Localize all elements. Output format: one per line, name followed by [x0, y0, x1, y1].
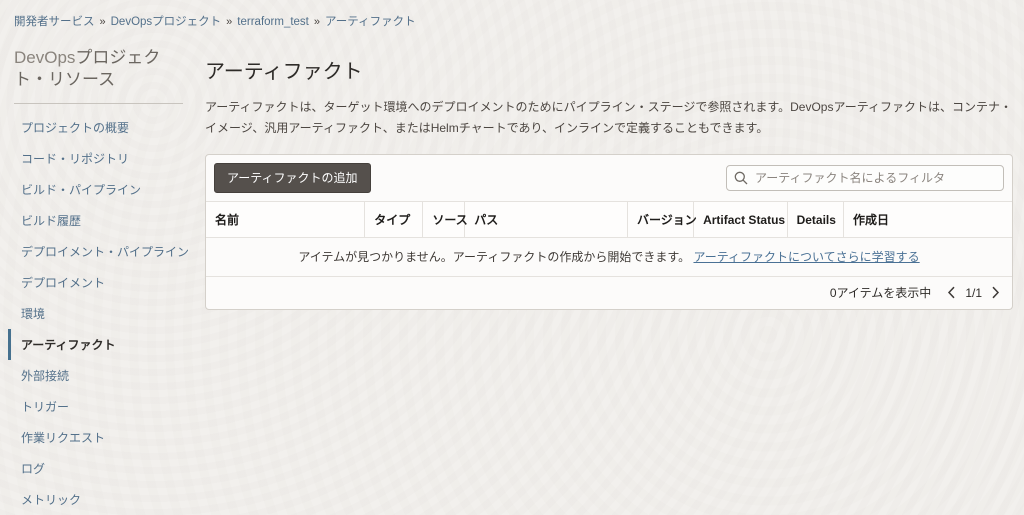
learn-more-link[interactable]: アーティファクトについてさらに学習する: [693, 250, 919, 264]
sidebar-item-external-connections[interactable]: 外部接続: [8, 360, 193, 391]
sidebar-item-metrics[interactable]: メトリック: [8, 484, 193, 515]
sidebar-item-environments[interactable]: 環境: [8, 298, 193, 329]
page-description: アーティファクトは、ターゲット環境へのデプロイメントのためにパイプライン・ステー…: [205, 97, 1013, 139]
breadcrumb-link-devops-projects[interactable]: DevOpsプロジェクト: [111, 16, 222, 28]
previous-page-button[interactable]: [947, 286, 956, 299]
breadcrumb-link-developer-services[interactable]: 開発者サービス: [14, 16, 95, 28]
table-header-row: 名前 タイプ ソース パス バージョン Artifact Status Deta…: [206, 202, 1012, 238]
artifact-filter-input[interactable]: [726, 165, 1004, 191]
filter-search: [726, 165, 1004, 191]
column-header-version[interactable]: バージョン: [628, 202, 694, 238]
empty-state-message: アイテムが見つかりません。アーティファクトの作成から開始できます。: [298, 250, 690, 264]
search-icon: [734, 171, 748, 185]
sidebar-item-deployment-pipelines[interactable]: デプロイメント・パイプライン: [8, 236, 193, 267]
column-header-type[interactable]: タイプ: [365, 202, 423, 238]
breadcrumb-separator: »: [100, 16, 106, 28]
sidebar-item-build-history[interactable]: ビルド履歴: [8, 205, 193, 236]
main-content: アーティファクト アーティファクトは、ターゲット環境へのデプロイメントのためにパ…: [193, 39, 1024, 310]
artifacts-table: 名前 タイプ ソース パス バージョン Artifact Status Deta…: [206, 201, 1012, 277]
breadcrumb-link-project[interactable]: terraform_test: [237, 16, 309, 28]
page-title: アーティファクト: [205, 55, 1013, 84]
empty-state-row: アイテムが見つかりません。アーティファクトの作成から開始できます。 アーティファ…: [206, 238, 1012, 277]
next-page-button[interactable]: [991, 286, 1000, 299]
sidebar-nav: プロジェクトの概要 コード・リポジトリ ビルド・パイプライン ビルド履歴 デプロ…: [8, 112, 193, 515]
sidebar-item-artifacts[interactable]: アーティファクト: [8, 329, 193, 360]
sidebar-item-work-requests[interactable]: 作業リクエスト: [8, 422, 193, 453]
sidebar-item-code-repositories[interactable]: コード・リポジトリ: [8, 143, 193, 174]
empty-state-cell: アイテムが見つかりません。アーティファクトの作成から開始できます。 アーティファ…: [206, 238, 1012, 277]
sidebar-divider: [14, 103, 183, 104]
page-indicator: 1/1: [965, 286, 982, 300]
column-header-name[interactable]: 名前: [206, 202, 365, 238]
sidebar-item-build-pipelines[interactable]: ビルド・パイプライン: [8, 174, 193, 205]
breadcrumb-separator: »: [314, 16, 320, 28]
chevron-left-icon: [947, 286, 956, 299]
table-footer: 0アイテムを表示中 1/1: [206, 277, 1012, 309]
panel-toolbar: アーティファクトの追加: [206, 155, 1012, 201]
artifacts-panel: アーティファクトの追加 名前 タイプ: [205, 154, 1013, 310]
pagination: 1/1: [947, 286, 1000, 300]
add-artifact-button[interactable]: アーティファクトの追加: [214, 163, 371, 193]
items-shown-summary: 0アイテムを表示中: [830, 284, 931, 301]
breadcrumb-current-page: アーティファクト: [325, 16, 416, 28]
sidebar-title: DevOpsプロジェクト・リソース: [14, 47, 184, 92]
breadcrumb: 開発者サービス » DevOpsプロジェクト » terraform_test » アーティ…: [0, 0, 1024, 39]
sidebar: DevOpsプロジェクト・リソース プロジェクトの概要 コード・リポジトリ ビル…: [0, 39, 193, 515]
sidebar-item-triggers[interactable]: トリガー: [8, 391, 193, 422]
sidebar-title-prefix: DevOps: [14, 48, 75, 67]
column-header-path[interactable]: パス: [465, 202, 628, 238]
sidebar-item-logs[interactable]: ログ: [8, 453, 193, 484]
column-header-details[interactable]: Details: [787, 202, 843, 238]
column-header-source[interactable]: ソース: [423, 202, 465, 238]
chevron-right-icon: [991, 286, 1000, 299]
column-header-created[interactable]: 作成日: [843, 202, 1012, 238]
column-header-artifact-status[interactable]: Artifact Status: [694, 202, 787, 238]
breadcrumb-separator: »: [226, 16, 232, 28]
sidebar-item-project-overview[interactable]: プロジェクトの概要: [8, 112, 193, 143]
sidebar-item-deployments[interactable]: デプロイメント: [8, 267, 193, 298]
